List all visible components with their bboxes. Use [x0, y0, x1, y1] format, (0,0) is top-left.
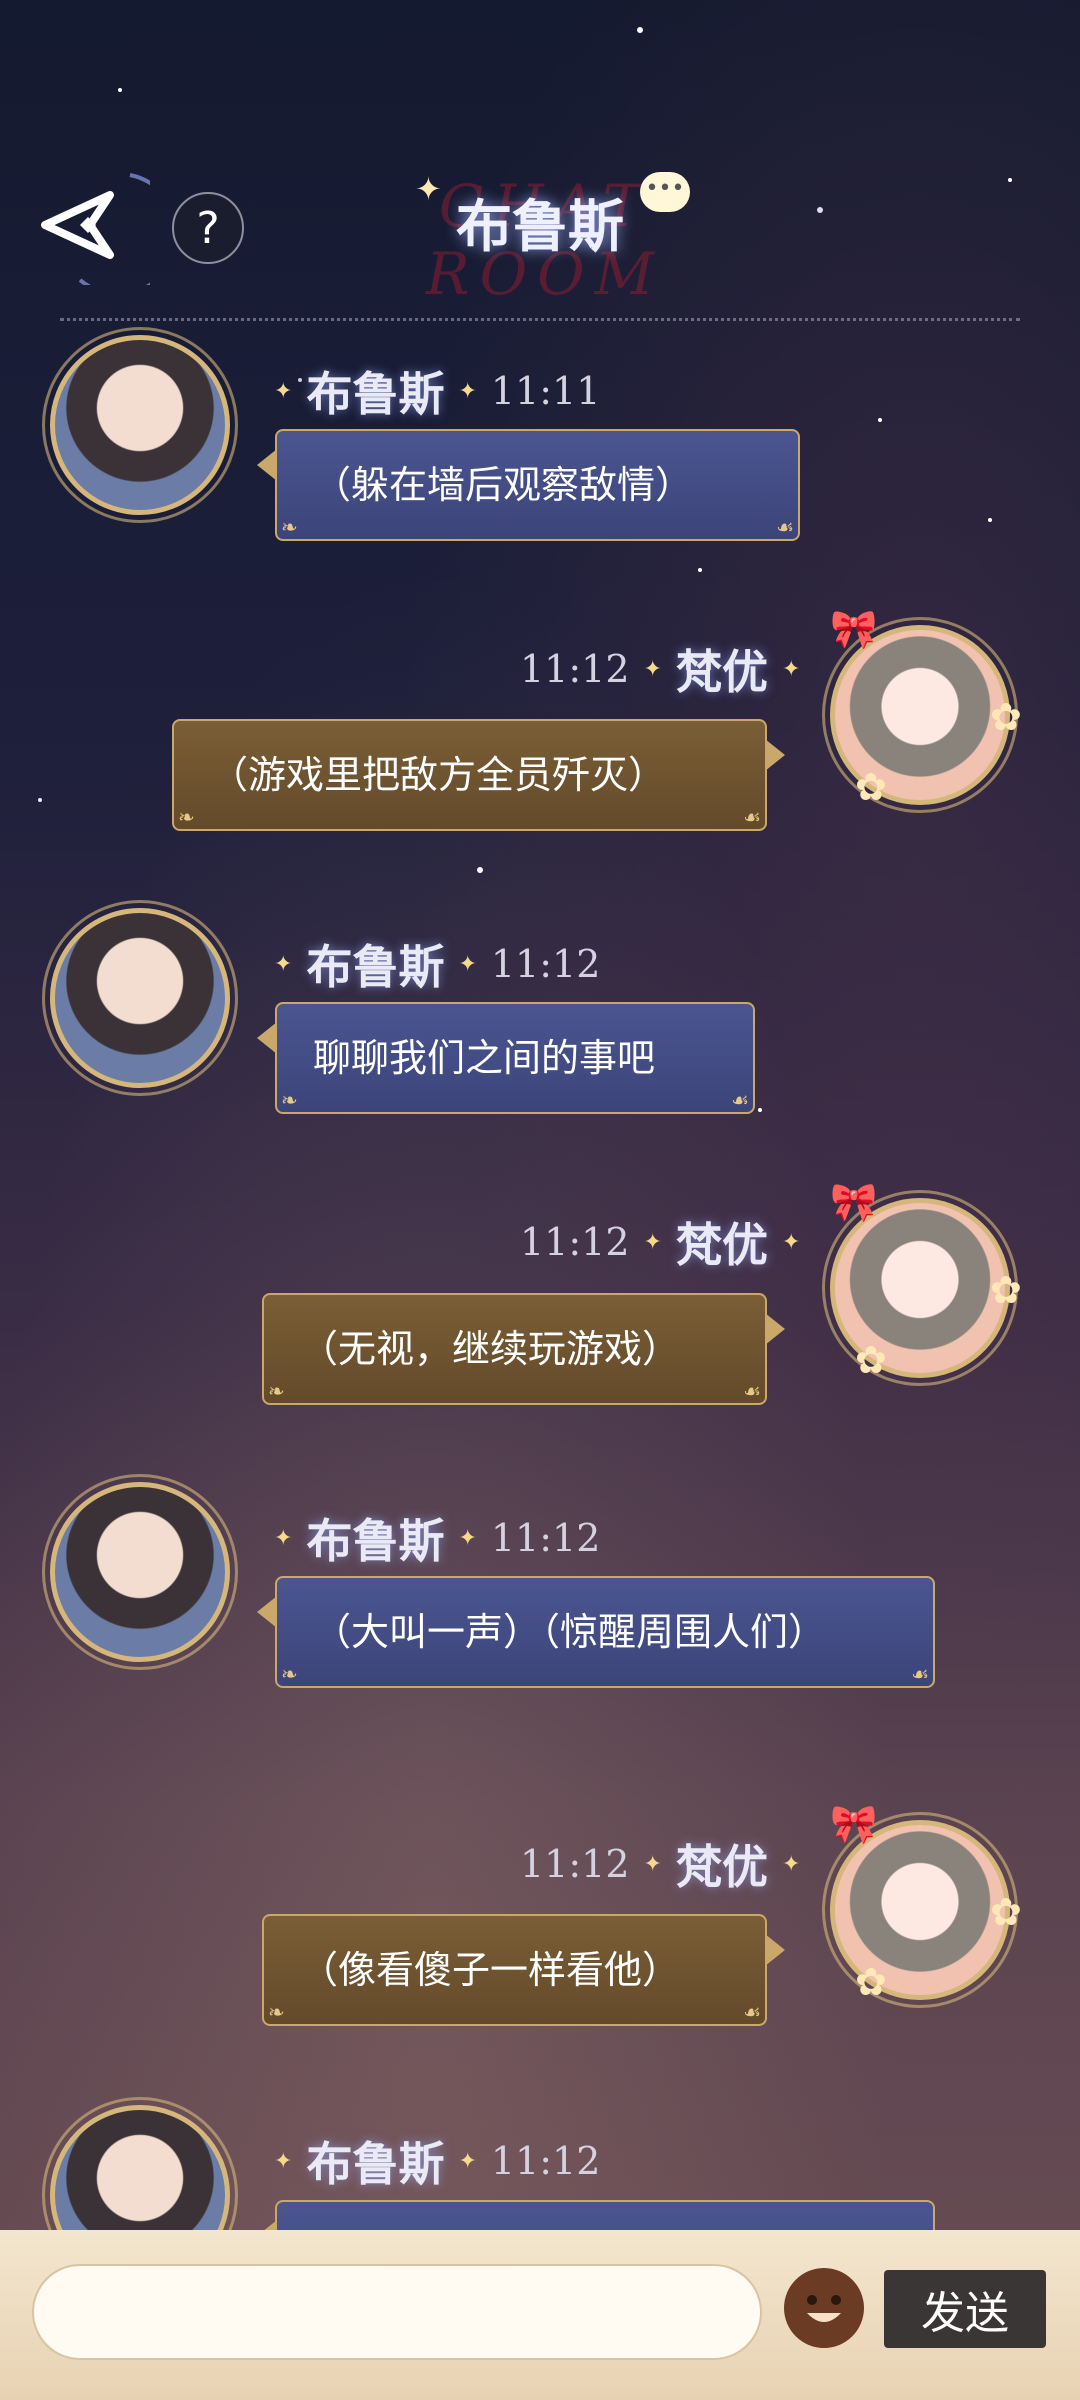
chat-bubble-icon: •••	[640, 172, 690, 212]
message-time: 11:12	[490, 942, 601, 986]
send-button[interactable]: 发送	[884, 2270, 1046, 2348]
message-meta: 11:12 ✦ 梵优 ✦	[520, 1212, 814, 1272]
star-icon: ✦	[274, 378, 293, 404]
star-icon: ✦	[643, 1851, 662, 1877]
message-bubble[interactable]: （无视，继续玩游戏） ❧ ☙	[262, 1293, 785, 1405]
message-bubble[interactable]: （躲在墙后观察敌情） ❧ ☙	[257, 429, 800, 541]
message-text: （游戏里把敌方全员歼灭）	[210, 753, 667, 797]
message-bubble[interactable]: （大叫一声）（惊醒周围人们） ❧ ☙	[257, 1576, 935, 1688]
chat-header: ? CHAT ROOM ✦ 布鲁斯 •••	[0, 130, 1080, 310]
avatar-bruce[interactable]	[50, 335, 230, 515]
sender-name: 梵优	[675, 1840, 768, 1894]
avatar-bruce[interactable]	[50, 908, 230, 1088]
emoji-button[interactable]	[784, 2268, 864, 2348]
star-icon: ✦	[781, 656, 801, 682]
message-time: 11:11	[490, 369, 601, 413]
sender-name: 梵优	[675, 1218, 768, 1272]
message-meta: 11:12 ✦ 梵优 ✦	[520, 639, 814, 699]
message-text: （无视，继续玩游戏）	[300, 1327, 681, 1371]
sender-name: 梵优	[675, 645, 768, 699]
star-icon: ✦	[643, 1229, 662, 1255]
message-time: 11:12	[520, 1842, 630, 1886]
message-bubble[interactable]: （游戏里把敌方全员歼灭） ❧ ☙	[172, 719, 785, 831]
message-text: （像看傻子一样看他）	[300, 1948, 681, 1992]
message-meta: ✦ 布鲁斯 ✦ 11:12	[260, 2131, 600, 2191]
back-arrow-icon	[41, 173, 150, 285]
star-icon: ✦	[274, 2148, 293, 2174]
message-bubble[interactable]: 聊聊我们之间的事吧 ❧ ☙	[257, 1002, 755, 1114]
help-button[interactable]: ?	[172, 192, 244, 264]
message-time: 11:12	[520, 647, 630, 691]
smiley-icon	[791, 2275, 857, 2341]
star-icon: ✦	[458, 378, 477, 404]
flower-icon: ✿	[990, 1268, 1022, 1312]
bow-icon: 🎀	[830, 1802, 878, 1846]
sender-name: 布鲁斯	[306, 367, 445, 421]
message-text: 聊聊我们之间的事吧	[313, 1036, 656, 1080]
flower-icon: ✿	[855, 1338, 887, 1382]
sender-name: 布鲁斯	[306, 1514, 445, 1568]
bow-icon: 🎀	[830, 1180, 878, 1224]
message-text: （大叫一声）（惊醒周围人们）	[313, 1610, 827, 1654]
sender-name: 布鲁斯	[306, 940, 445, 994]
message-input[interactable]	[32, 2264, 762, 2360]
message-time: 11:12	[490, 1516, 601, 1560]
star-icon: ✦	[781, 1229, 801, 1255]
message-row: ✦ 布鲁斯 ✦ 11:12	[0, 2095, 1080, 2230]
star-icon: ✦	[458, 951, 477, 977]
flower-icon: ✿	[990, 1890, 1022, 1934]
help-label: ?	[196, 202, 220, 254]
back-button[interactable]	[20, 165, 150, 285]
star-icon: ✦	[458, 1525, 477, 1551]
message-bubble[interactable]	[257, 2200, 935, 2230]
star-icon: ✦	[458, 2148, 477, 2174]
message-meta: ✦ 布鲁斯 ✦ 11:12	[260, 934, 600, 994]
message-meta: 11:12 ✦ 梵优 ✦	[520, 1834, 814, 1894]
star-icon: ✦	[781, 1851, 801, 1877]
star-icon: ✦	[274, 1525, 293, 1551]
message-meta: ✦ 布鲁斯 ✦ 11:12	[260, 1508, 600, 1568]
header-divider	[60, 318, 1020, 321]
star-icon: ✦	[274, 951, 293, 977]
message-meta: ✦ 布鲁斯 ✦ 11:11	[260, 361, 600, 421]
bow-icon: 🎀	[830, 607, 878, 651]
flower-icon: ✿	[990, 695, 1022, 739]
chat-input-bar: 发送	[0, 2230, 1080, 2400]
flower-icon: ✿	[855, 1960, 887, 2004]
avatar-bruce[interactable]	[50, 1482, 230, 1662]
message-time: 11:12	[520, 1220, 630, 1264]
sender-name: 布鲁斯	[306, 2137, 445, 2191]
message-text: （躲在墙后观察敌情）	[313, 463, 694, 507]
star-icon: ✦	[643, 656, 662, 682]
flower-icon: ✿	[855, 765, 887, 809]
message-time: 11:12	[490, 2139, 601, 2183]
message-bubble[interactable]: （像看傻子一样看他） ❧ ☙	[262, 1914, 785, 2026]
